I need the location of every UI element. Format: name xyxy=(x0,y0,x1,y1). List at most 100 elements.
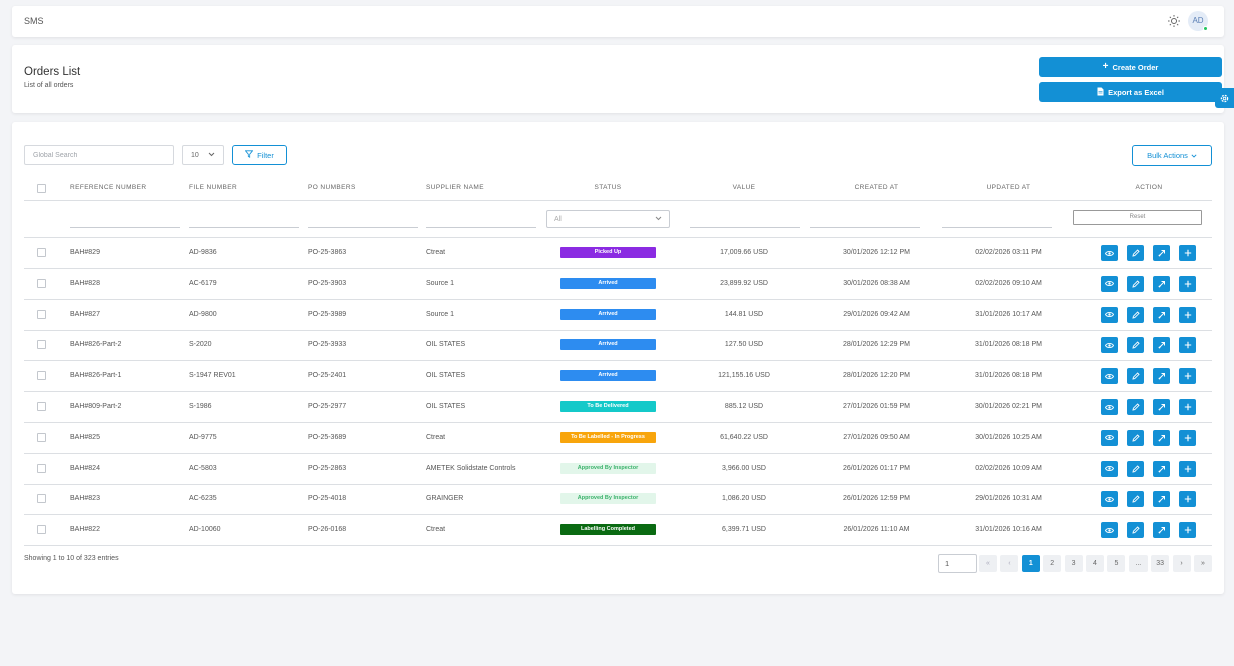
theme-toggle-sun-icon[interactable] xyxy=(1167,14,1181,28)
column-created-at[interactable]: CREATED AT xyxy=(824,178,929,201)
column-po-numbers[interactable]: PO NUMBERS xyxy=(308,178,356,201)
row-checkbox[interactable] xyxy=(37,402,46,411)
page-size-select[interactable]: 10 xyxy=(182,145,224,165)
view-button[interactable] xyxy=(1101,337,1118,354)
bulk-actions-button[interactable]: Bulk Actions xyxy=(1132,145,1212,166)
track-button[interactable] xyxy=(1153,399,1170,415)
export-excel-button[interactable]: Export as Excel xyxy=(1039,82,1222,102)
row-checkbox[interactable] xyxy=(37,309,46,319)
filter-button[interactable]: Filter xyxy=(232,145,287,165)
filter-label: Filter xyxy=(257,150,274,160)
created-filter-input[interactable] xyxy=(810,227,920,228)
column-file-number[interactable]: FILE NUMBER xyxy=(189,178,237,201)
add-button[interactable] xyxy=(1179,306,1196,323)
edit-button[interactable] xyxy=(1127,306,1144,323)
add-button[interactable] xyxy=(1179,491,1196,508)
reference-filter-input[interactable] xyxy=(70,227,180,228)
view-button[interactable] xyxy=(1101,306,1118,323)
row-checkbox[interactable] xyxy=(37,371,46,381)
row-checkbox[interactable] xyxy=(37,494,46,504)
updated-filter-input[interactable] xyxy=(942,227,1052,228)
column-reference-number[interactable]: REFERENCE NUMBER xyxy=(70,178,146,201)
po-filter-input[interactable] xyxy=(308,227,418,228)
row-checkbox[interactable] xyxy=(37,463,46,473)
edit-button[interactable] xyxy=(1127,491,1144,508)
page-button-2[interactable]: 2 xyxy=(1043,555,1062,572)
cell-created-at: 29/01/2026 09:42 AM xyxy=(843,310,910,318)
track-button[interactable] xyxy=(1153,522,1170,539)
column-supplier-name[interactable]: SUPPLIER NAME xyxy=(426,178,484,201)
add-button[interactable] xyxy=(1179,522,1196,539)
add-button[interactable] xyxy=(1179,368,1196,385)
add-button[interactable] xyxy=(1179,429,1196,446)
chevron-down-icon xyxy=(655,216,662,223)
page-button-5[interactable]: 5 xyxy=(1107,555,1126,572)
row-checkbox[interactable] xyxy=(37,525,46,535)
track-button[interactable] xyxy=(1153,275,1170,292)
track-button[interactable] xyxy=(1153,429,1170,446)
edit-button[interactable] xyxy=(1127,399,1144,415)
page-button-3[interactable]: 3 xyxy=(1064,555,1083,572)
view-button[interactable] xyxy=(1101,460,1118,477)
view-button[interactable] xyxy=(1101,429,1118,446)
track-button[interactable] xyxy=(1153,491,1170,508)
view-button[interactable] xyxy=(1101,491,1118,508)
track-button[interactable] xyxy=(1153,460,1170,477)
settings-gear-icon[interactable] xyxy=(1215,88,1234,108)
view-button[interactable] xyxy=(1101,399,1118,415)
edit-button[interactable] xyxy=(1127,337,1144,354)
edit-button[interactable] xyxy=(1127,245,1144,261)
status-badge: To Be Labelled - In Progress xyxy=(560,431,656,443)
edit-button[interactable] xyxy=(1127,522,1144,539)
add-button[interactable] xyxy=(1179,245,1196,261)
file-filter-input[interactable] xyxy=(189,227,299,228)
status-filter-select[interactable]: All xyxy=(546,210,670,228)
view-button[interactable] xyxy=(1101,368,1118,385)
last-page-button[interactable]: » xyxy=(1194,555,1212,572)
user-avatar[interactable]: AD xyxy=(1188,11,1208,31)
next-page-button[interactable]: › xyxy=(1172,555,1191,572)
track-button[interactable] xyxy=(1153,306,1170,323)
edit-button[interactable] xyxy=(1127,275,1144,292)
view-button[interactable] xyxy=(1101,522,1118,539)
cell-supplier: Source 1 xyxy=(426,310,455,318)
row-checkbox[interactable] xyxy=(37,432,46,442)
row-checkbox[interactable] xyxy=(37,248,46,257)
page-jump-input[interactable]: 1 xyxy=(938,554,977,573)
add-button[interactable] xyxy=(1179,275,1196,292)
track-button[interactable] xyxy=(1153,337,1170,354)
cell-value: 127.50 USD xyxy=(724,341,764,349)
row-checkbox[interactable] xyxy=(37,278,46,288)
view-button[interactable] xyxy=(1101,245,1118,261)
add-button[interactable] xyxy=(1179,460,1196,477)
route-icon xyxy=(1158,311,1166,319)
prev-page-button[interactable]: ‹ xyxy=(1000,555,1019,572)
add-button[interactable] xyxy=(1179,399,1196,415)
orders-table-card: 10 Filter Bulk Actions REFERENCE NUMBER … xyxy=(12,122,1224,594)
column-value[interactable]: VALUE xyxy=(704,178,784,201)
cell-po-numbers: PO-26-0168 xyxy=(308,526,347,534)
create-order-button[interactable]: + Create Order xyxy=(1039,57,1222,77)
global-search-input[interactable] xyxy=(24,145,174,165)
cell-reference: BAH#827 xyxy=(70,310,100,318)
value-filter-input[interactable] xyxy=(690,227,800,228)
column-status[interactable]: STATUS xyxy=(559,178,657,201)
page-button-4[interactable]: 4 xyxy=(1086,555,1104,572)
edit-button[interactable] xyxy=(1127,460,1144,477)
edit-button[interactable] xyxy=(1127,429,1144,446)
track-button[interactable] xyxy=(1153,245,1170,261)
view-button[interactable] xyxy=(1101,275,1118,292)
select-all-checkbox[interactable] xyxy=(37,184,46,193)
first-page-button[interactable]: « xyxy=(979,555,997,572)
page-button-33[interactable]: 33 xyxy=(1151,555,1170,572)
reset-filters-button[interactable]: Reset xyxy=(1073,210,1202,225)
supplier-filter-input[interactable] xyxy=(426,227,536,228)
page-button-1[interactable]: 1 xyxy=(1021,555,1040,572)
add-button[interactable] xyxy=(1179,337,1196,354)
column-updated-at[interactable]: UPDATED AT xyxy=(956,178,1061,201)
edit-button[interactable] xyxy=(1127,368,1144,385)
cell-supplier: GRAINGER xyxy=(426,495,464,503)
table-row: BAH#829 AD-9836 PO-25-3863 Ctreat 17,009.66 … xyxy=(24,238,1212,269)
track-button[interactable] xyxy=(1153,368,1170,385)
row-checkbox[interactable] xyxy=(37,340,46,350)
